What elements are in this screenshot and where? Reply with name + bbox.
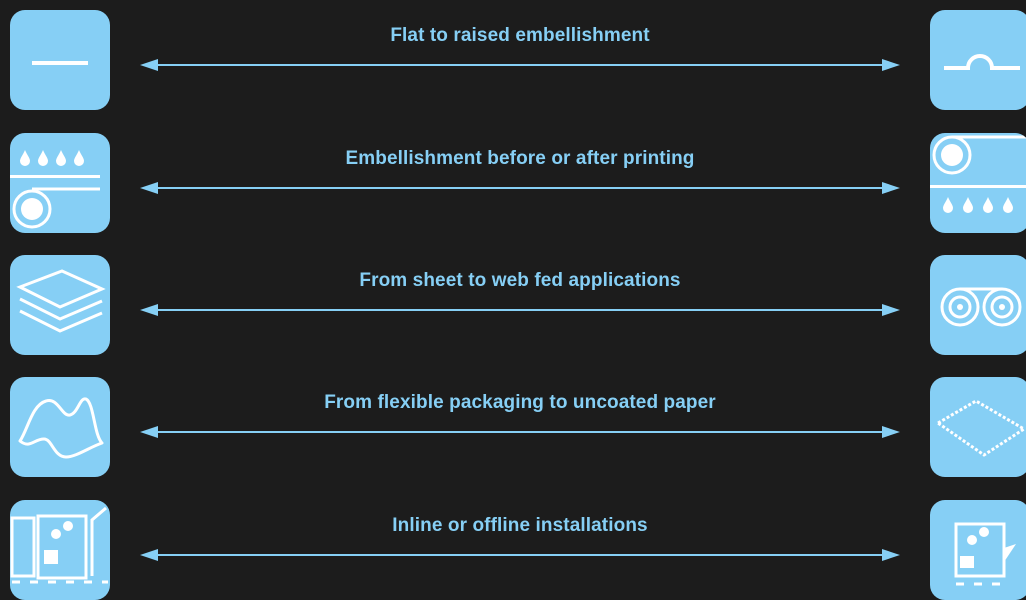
row-label: Inline or offline installations [392, 515, 648, 536]
double-arrow [140, 59, 900, 71]
row-label: Flat to raised embellishment [390, 25, 650, 46]
row-label: From flexible packaging to uncoated pape… [324, 392, 716, 413]
drops-above-roller-icon [10, 133, 110, 233]
web-rolls-icon [930, 255, 1026, 355]
flat-line-icon [10, 10, 110, 110]
double-arrow [140, 426, 900, 438]
row-before-after-printing: Embellishment before or after printing [0, 133, 1026, 233]
row-packaging-to-paper: From flexible packaging to uncoated pape… [0, 377, 1026, 477]
inline-machine-icon [10, 500, 110, 600]
row-label: From sheet to web fed applications [359, 270, 681, 291]
double-arrow [140, 182, 900, 194]
row-flat-to-raised: Flat to raised embellishment [0, 10, 1026, 110]
row-label: Embellishment before or after printing [345, 148, 695, 169]
raised-bump-icon [930, 10, 1026, 110]
offline-machine-icon [930, 500, 1026, 600]
double-arrow [140, 304, 900, 316]
uncoated-paper-icon [930, 377, 1026, 477]
stacked-sheets-icon [10, 255, 110, 355]
double-arrow [140, 549, 900, 561]
flexible-packaging-icon [10, 377, 110, 477]
row-sheet-to-web: From sheet to web fed applications [0, 255, 1026, 355]
row-inline-offline: Inline or offline installations [0, 500, 1026, 600]
roller-above-drops-icon [930, 133, 1026, 233]
